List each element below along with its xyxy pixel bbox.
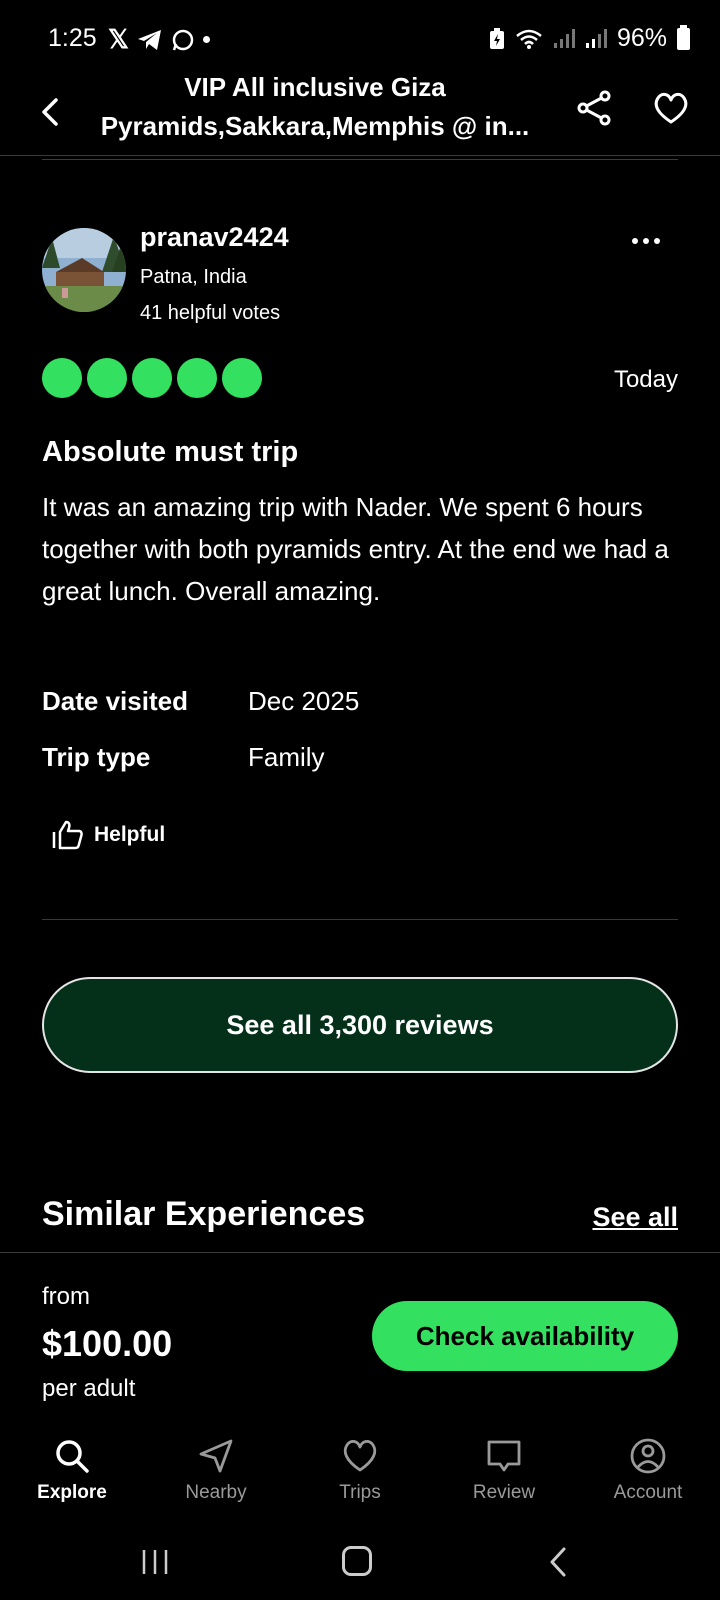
tab-nearby[interactable]: Nearby [144, 1420, 288, 1520]
avatar[interactable] [42, 228, 126, 312]
trip-type-label: Trip type [42, 742, 151, 772]
battery-saver-icon [489, 27, 504, 49]
rating-bubbles [42, 358, 262, 398]
more-options-icon[interactable] [632, 238, 660, 244]
tab-label: Explore [37, 1482, 107, 1503]
page-title: VIP All inclusive Giza Pyramids,Sakkara,… [80, 68, 550, 146]
whatsapp-icon [172, 29, 194, 50]
rating-bubble-icon [177, 358, 217, 398]
battery-icon [677, 24, 690, 50]
back-arrow-icon[interactable] [36, 92, 64, 132]
navigation-arrow-icon [199, 1439, 233, 1473]
signal-icon [585, 28, 607, 48]
recents-icon[interactable] [140, 1548, 170, 1576]
status-time: 1:25 [48, 24, 97, 52]
divider [42, 159, 678, 160]
page-title-line1: VIP All inclusive Giza [184, 72, 446, 102]
tab-label: Review [472, 1482, 536, 1503]
person-icon [630, 1438, 666, 1474]
telegram-icon [137, 29, 161, 50]
see-all-reviews-button[interactable]: See all 3,300 reviews [42, 977, 678, 1073]
wifi-icon [516, 29, 542, 49]
rating-bubble-icon [132, 358, 172, 398]
similar-experiences-heading: Similar Experiences [42, 1195, 366, 1233]
dot-icon [202, 36, 210, 43]
tab-trips[interactable]: Trips [288, 1420, 432, 1520]
speech-bubble-icon [487, 1440, 521, 1472]
status-bar: 1:25 𝕏 96% [0, 0, 720, 70]
tab-label: Nearby [185, 1482, 247, 1503]
date-visited-value: Dec 2025 [248, 686, 360, 716]
tab-review[interactable]: Review [432, 1420, 576, 1520]
reviewer-username[interactable]: pranav2424 [140, 222, 289, 253]
tab-label: Trips [339, 1482, 381, 1503]
helpful-label: Helpful [94, 823, 166, 846]
check-availability-button[interactable]: Check availability [372, 1301, 678, 1371]
price-per-label: per adult [42, 1375, 136, 1402]
battery-percent: 96% [616, 24, 667, 52]
page-title-line2: Pyramids,Sakkara,Memphis @ in... [100, 111, 530, 141]
header: VIP All inclusive Giza Pyramids,Sakkara,… [0, 64, 720, 156]
heart-icon [343, 1440, 377, 1472]
booking-bar: from $100.00 per adult Check availabilit… [0, 1252, 720, 1420]
rating-bubble-icon [87, 358, 127, 398]
heart-icon[interactable] [652, 90, 690, 126]
system-navigation-bar [0, 1520, 720, 1600]
trip-type-value: Family [248, 742, 325, 772]
rating-bubble-icon [222, 358, 262, 398]
reviewer-location: Patna, India [140, 266, 247, 288]
review-title: Absolute must trip [42, 436, 299, 468]
home-icon[interactable] [342, 1546, 372, 1576]
thumbs-up-icon [52, 820, 83, 850]
reviewer-helpful-votes: 41 helpful votes [140, 302, 281, 324]
see-all-link[interactable]: See all [592, 1202, 678, 1233]
bottom-tab-bar: Explore Nearby Trips Review Account [0, 1420, 720, 1520]
search-icon [56, 1440, 89, 1473]
signal-icon [553, 28, 575, 48]
review-body: It was an amazing trip with Nader. We sp… [42, 492, 669, 606]
helpful-button[interactable]: Helpful [52, 820, 165, 850]
tab-account[interactable]: Account [576, 1420, 720, 1520]
rating-bubble-icon [42, 358, 82, 398]
share-icon[interactable] [575, 88, 615, 128]
x-icon: 𝕏 [108, 24, 129, 54]
divider [42, 919, 678, 920]
price-from-label: from [42, 1283, 90, 1310]
price-value: $100.00 [42, 1323, 173, 1364]
date-visited-label: Date visited [42, 686, 188, 716]
tab-label: Account [613, 1482, 683, 1503]
review-date: Today [613, 366, 678, 393]
back-icon[interactable] [548, 1546, 568, 1578]
tab-explore[interactable]: Explore [0, 1420, 144, 1520]
